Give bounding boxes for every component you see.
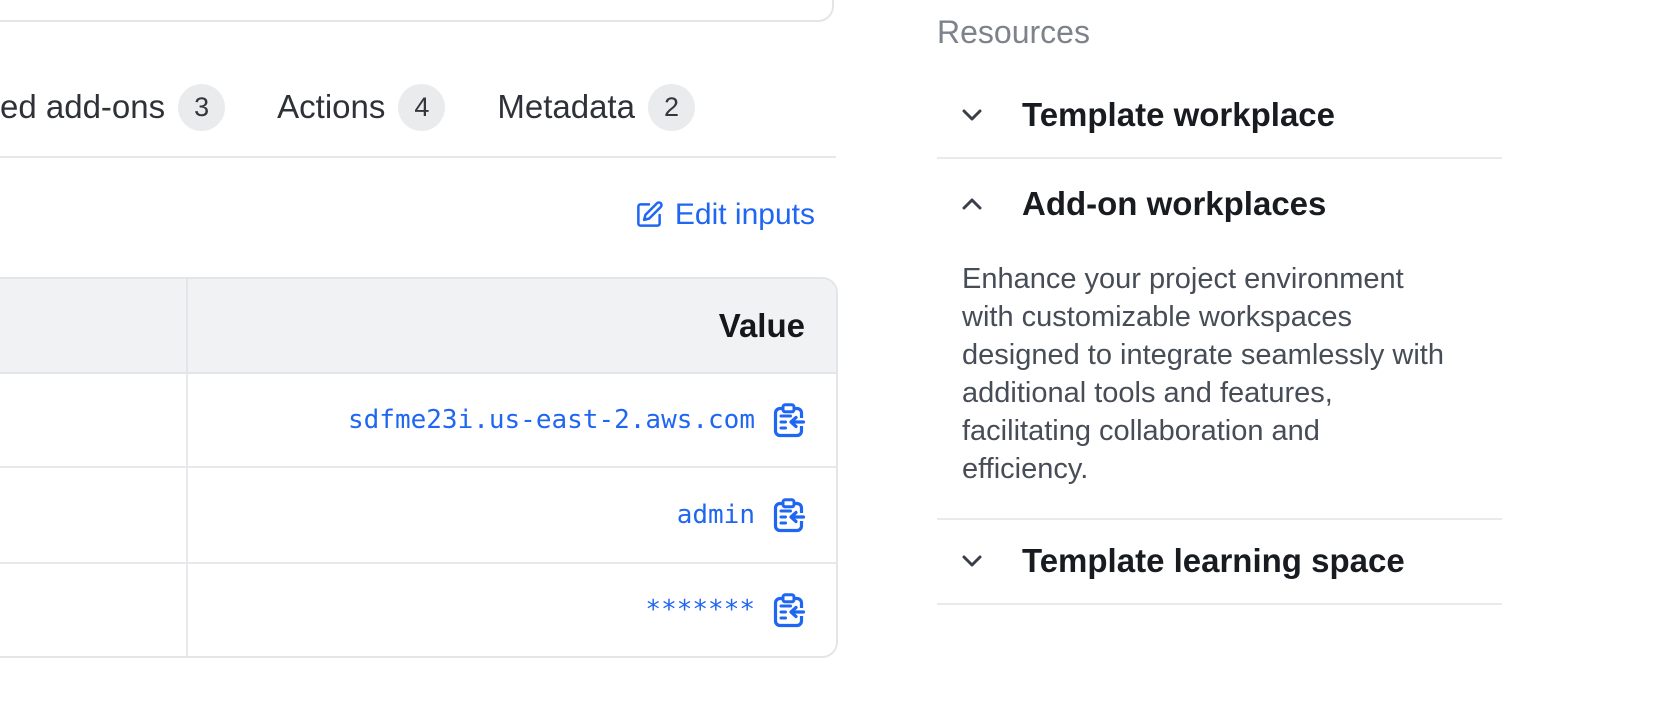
description-line: additional tools and features, (962, 374, 1469, 412)
description-line: with customizable workspaces (962, 298, 1469, 336)
key-cell (0, 468, 188, 562)
table-header-row: Value (0, 279, 836, 374)
tab-label: Metadata (497, 88, 635, 126)
tab-count-badge: 3 (178, 84, 225, 131)
resources-panel-title: Resources (937, 14, 1502, 50)
tab-count-badge: 2 (648, 84, 695, 131)
section-header-template-workplace[interactable]: Template workplace (937, 75, 1502, 157)
clipboard-paste-icon (772, 497, 805, 534)
tab-installed-add-ons[interactable]: ed add-ons 3 (0, 84, 225, 131)
key-cell (0, 564, 188, 656)
value-cell: sdfme23i.us-east-2.aws.com (188, 374, 836, 466)
edit-inputs-label: Edit inputs (675, 198, 815, 232)
resources-panel: Resources Template workplace Add-on work… (937, 14, 1502, 605)
copy-to-clipboard-button[interactable] (772, 402, 805, 439)
section-template-learning-space: Template learning space (937, 520, 1502, 605)
copy-to-clipboard-button[interactable] (772, 592, 805, 629)
description-line: efficiency. (962, 450, 1469, 488)
chevron-down-icon (962, 109, 982, 121)
page: ed add-ons 3 Actions 4 Metadata 2 Edit i… (0, 0, 1672, 728)
table-row: sdfme23i.us-east-2.aws.com (0, 374, 836, 468)
table-row: ******* (0, 564, 836, 656)
tab-label: ed add-ons (0, 88, 165, 126)
tab-bar: ed add-ons 3 Actions 4 Metadata 2 (0, 78, 747, 136)
description-line: Enhance your project environment (962, 260, 1469, 298)
edit-icon (634, 200, 664, 230)
copy-to-clipboard-button[interactable] (772, 497, 805, 534)
key-column-header (0, 279, 188, 372)
section-title: Add-on workplaces (1022, 184, 1326, 224)
value-column-header: Value (188, 279, 836, 372)
input-value: sdfme23i.us-east-2.aws.com (348, 405, 755, 435)
chevron-down-icon (962, 555, 982, 567)
tab-label: Actions (277, 88, 385, 126)
section-template-workplace: Template workplace (937, 75, 1502, 159)
table-row: admin (0, 468, 836, 564)
section-title: Template workplace (1022, 95, 1335, 135)
description-line: designed to integrate seamlessly with (962, 336, 1469, 374)
description-line: facilitating collaboration and (962, 412, 1469, 450)
section-header-add-on-workplaces[interactable]: Add-on workplaces (937, 159, 1502, 224)
key-cell (0, 374, 188, 466)
value-cell: ******* (188, 564, 836, 656)
tab-actions[interactable]: Actions 4 (277, 84, 445, 131)
inputs-table: Value sdfme23i.us-east-2.aws.com (0, 277, 838, 658)
section-header-template-learning-space[interactable]: Template learning space (937, 520, 1502, 603)
top-card (0, 0, 834, 22)
section-description: Enhance your project environment with cu… (962, 260, 1469, 488)
section-title: Template learning space (1022, 541, 1405, 581)
section-add-on-workplaces: Add-on workplaces Enhance your project e… (937, 159, 1502, 520)
input-value: admin (677, 500, 755, 530)
clipboard-paste-icon (772, 402, 805, 439)
tab-metadata[interactable]: Metadata 2 (497, 84, 695, 131)
value-cell: admin (188, 468, 836, 562)
clipboard-paste-icon (772, 592, 805, 629)
chevron-up-icon (962, 198, 982, 210)
edit-inputs-button[interactable]: Edit inputs (634, 190, 815, 240)
tab-count-badge: 4 (398, 84, 445, 131)
tab-bar-divider (0, 156, 836, 158)
input-value-masked: ******* (645, 595, 755, 625)
